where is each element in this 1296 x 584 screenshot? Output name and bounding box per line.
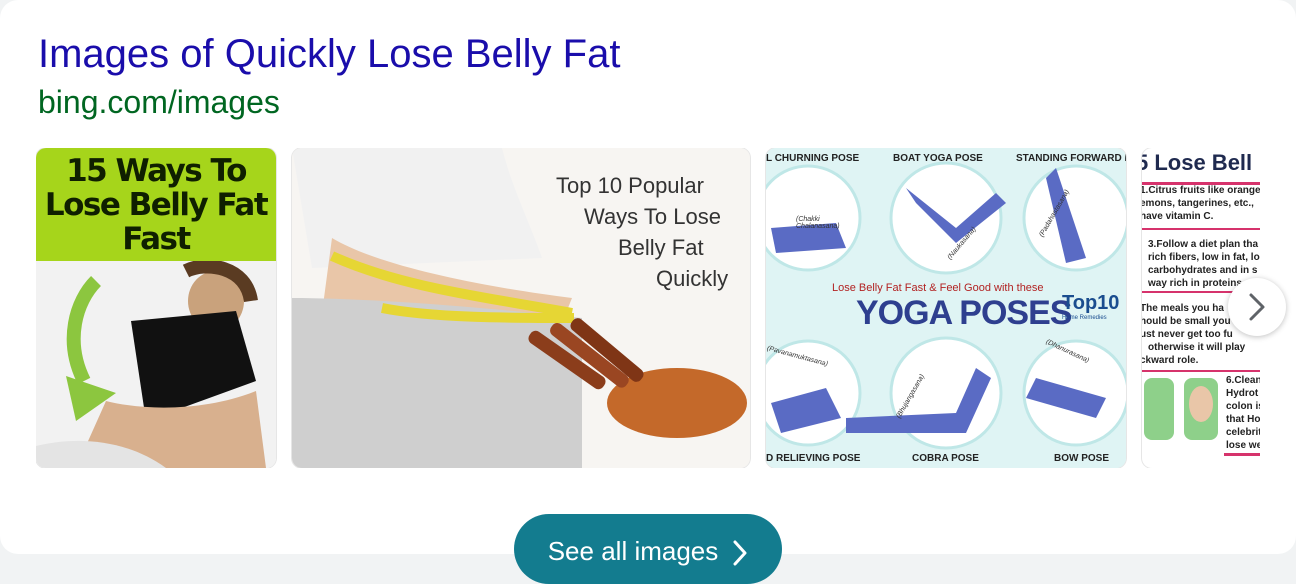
yoga-label: D RELIEVING POSE [766,453,861,464]
tip-line: colon is [1226,401,1260,412]
chevron-right-icon [1249,293,1265,321]
tip-line: The meals you ha [1142,303,1224,314]
thumbnail-2-line: Belly Fat [618,235,704,260]
tip-line: way rich in proteins [1148,278,1242,289]
divider [1142,370,1260,372]
thumbnail-2-text: Top 10 Popular Ways To Lose Belly Fat Qu… [556,170,746,294]
image-thumbnail-1[interactable]: 15 Ways To Lose Belly Fat Fast [36,148,276,468]
pose-name: (Bhujangasana) [895,373,927,420]
pose-name: (Pavanamuktasana) [766,345,829,368]
tip-line: ust never get too fu [1142,329,1233,340]
thumbnail-2-line: Top 10 Popular [556,173,704,198]
tip-line: 6.Clean [1226,375,1260,386]
tip-line: rich fibers, low in fat, lo [1148,252,1260,263]
tip-line: otherwise it will play [1148,342,1246,353]
thumbnail-4-title: 5 Lose Bell [1142,150,1253,175]
tip-line: 1.Citrus fruits like orange [1142,185,1260,196]
pose-name: (Naukasana) [946,225,978,262]
tip-line: lose we [1226,440,1260,451]
thumbnail-1-line: Lose Belly Fat [44,187,269,223]
image-results-title[interactable]: Images of Quickly Lose Belly Fat [38,30,620,78]
image-results-card: Images of Quickly Lose Belly Fat bing.co… [0,0,1296,584]
pose-name: (Dhanurasana) [1044,338,1090,365]
divider [1224,453,1260,456]
tip-line: 3.Follow a diet plan tha [1148,239,1259,250]
tip-line: Hydrot [1226,388,1259,399]
yoga-label: BOW POSE [1054,453,1110,464]
thumbnail-1-line: 15 Ways To [66,153,247,189]
tip-line: hould be small you [1142,316,1231,327]
fitness-woman-illustration [36,261,276,468]
pose-name: (Chakki Chalanasana) [796,216,840,230]
brand-sub: Home Remedies [1062,315,1107,321]
thumbnail-1-line: Fast [122,221,191,257]
image-thumbnail-3[interactable]: L CHURNING POSE BOAT YOGA POSE STANDING … [766,148,1126,468]
pose-name: (Padahastasana) [1038,188,1072,239]
brand-logo: Top10 [1062,292,1120,314]
yoga-label: COBRA POSE [912,453,979,464]
chevron-right-icon [733,540,747,566]
source-url: bing.com/images [38,84,280,120]
thumbnail-2-line: Ways To Lose [584,204,721,229]
tip-line: carbohydrates and in s [1148,265,1258,276]
image-thumbnail-2[interactable]: Top 10 Popular Ways To Lose Belly Fat Qu… [292,148,750,468]
tip-line: ckward role. [1142,355,1199,366]
tip-line: have vitamin C. [1142,211,1214,222]
belly-illustration [1144,378,1218,440]
yoga-subtitle: Lose Belly Fat Fast & Feel Good with the… [832,282,1044,294]
tip-line: celebrit [1226,427,1260,438]
see-all-images-button[interactable]: See all images [514,514,782,584]
carousel-next-button[interactable] [1228,278,1286,336]
tip-line: that Ho [1226,414,1260,425]
thumbnail-2-line: Quickly [656,266,729,291]
thumbnail-1-banner: 15 Ways To Lose Belly Fat Fast [36,148,276,261]
image-carousel: 15 Ways To Lose Belly Fat Fast Top 10 Po… [36,148,1260,468]
tip-line: emons, tangerines, etc., [1142,198,1254,209]
divider [1142,228,1260,230]
yoga-main-text: YOGA POSES [856,294,1072,332]
see-all-label: See all images [547,536,719,566]
